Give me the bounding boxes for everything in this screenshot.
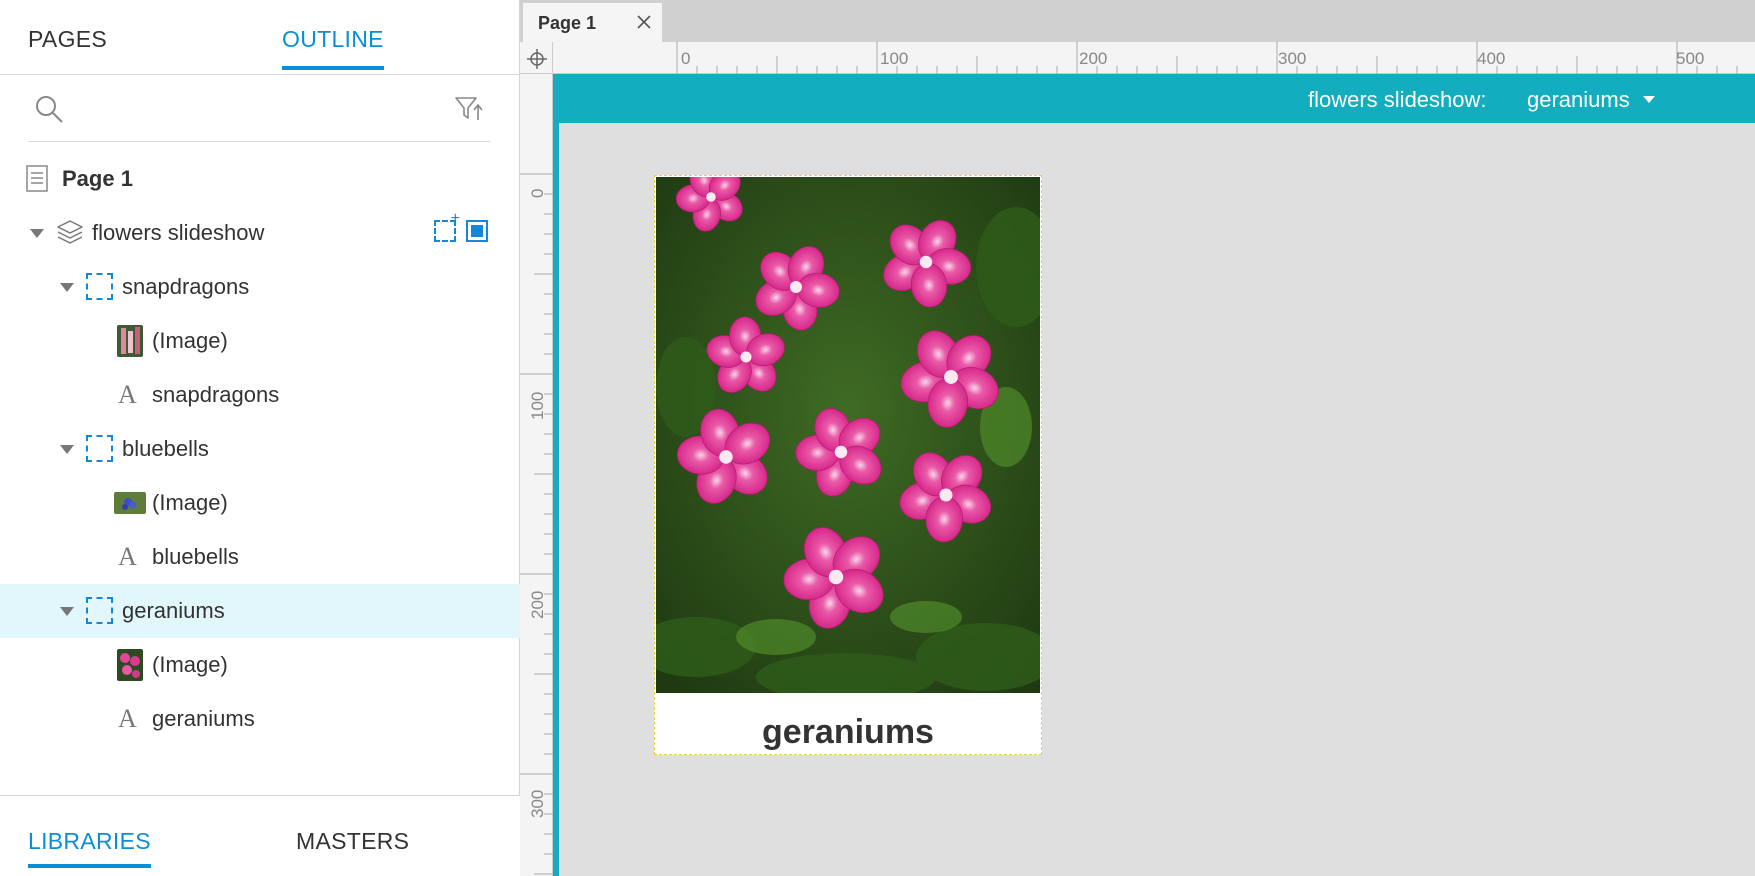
- outline-tree: Page 1 flowers slideshow snapdragons: [0, 152, 520, 746]
- crosshair-icon[interactable]: [526, 48, 548, 70]
- page-icon: [26, 165, 48, 192]
- state-icon: [86, 273, 113, 300]
- ruler-label: 300: [528, 790, 547, 818]
- dynamic-panel-edit-bar: flowers slideshow: geraniums: [553, 74, 1755, 123]
- dynamic-panel-edge: [553, 74, 559, 876]
- filter-icon[interactable]: [454, 94, 484, 124]
- tree-item-text[interactable]: A bluebells: [0, 530, 520, 584]
- tree-item-image[interactable]: (Image): [0, 638, 520, 692]
- collapse-arrow-icon[interactable]: [30, 229, 44, 238]
- vertical-ruler-ticks: 0 100 200 300: [520, 173, 553, 875]
- state-label: geraniums: [122, 598, 225, 623]
- image-label: (Image): [152, 652, 228, 677]
- ruler-label: 0: [528, 189, 547, 198]
- slide-widget[interactable]: geraniums: [654, 175, 1042, 755]
- collapse-arrow-icon[interactable]: [60, 607, 74, 616]
- geranium-image[interactable]: [656, 177, 1040, 693]
- ruler-label: 400: [1477, 49, 1505, 68]
- state-icon: [86, 435, 113, 462]
- state-label: snapdragons: [122, 274, 250, 299]
- horizontal-ruler[interactable]: 0 100 200 300 400 500: [553, 42, 1755, 74]
- tree-item-image[interactable]: (Image): [0, 314, 520, 368]
- image-label: (Image): [152, 328, 228, 353]
- text-widget-icon: A: [118, 380, 137, 409]
- image-label: (Image): [152, 490, 228, 515]
- text-label: bluebells: [152, 544, 239, 569]
- image-thumbnail-icon: [114, 492, 146, 514]
- bottom-tabs: LIBRARIES MASTERS: [0, 795, 520, 876]
- ruler-label: 100: [880, 49, 908, 68]
- tab-pages[interactable]: PAGES: [28, 26, 107, 53]
- dropdown-arrow-icon[interactable]: [1643, 96, 1655, 103]
- document-tab[interactable]: Page 1: [523, 3, 662, 42]
- canvas-area: Page 1 0 100 200 300 400 500 0 100 200 3…: [520, 0, 1755, 876]
- left-panel: PAGES OUTLINE Page 1 flowers slideshow +…: [0, 0, 520, 876]
- tree-item-text[interactable]: A snapdragons: [0, 368, 520, 422]
- tab-outline[interactable]: OUTLINE: [282, 26, 384, 70]
- ruler-label: 200: [528, 591, 547, 619]
- add-state-icon[interactable]: [434, 210, 460, 242]
- text-widget-icon: A: [118, 704, 137, 733]
- selected-state-icon[interactable]: [466, 220, 488, 242]
- page-label: Page 1: [62, 166, 133, 191]
- tab-masters[interactable]: MASTERS: [296, 828, 409, 855]
- document-tab-strip: Page 1: [520, 0, 1755, 42]
- dynamic-panel-name: flowers slideshow:: [1308, 87, 1487, 112]
- text-widget-icon: A: [118, 542, 137, 571]
- outline-search-row: [28, 80, 490, 142]
- document-tab-label: Page 1: [538, 13, 597, 33]
- text-label: snapdragons: [152, 382, 280, 407]
- tab-libraries[interactable]: LIBRARIES: [28, 828, 151, 868]
- ruler-label: 500: [1676, 49, 1704, 68]
- tree-item-state-bluebells[interactable]: bluebells: [0, 422, 520, 476]
- tree-item-dynamic-panel[interactable]: flowers slideshow: [0, 206, 520, 260]
- vertical-ruler[interactable]: 0 100 200 300: [520, 74, 553, 876]
- ruler-label: 300: [1278, 49, 1306, 68]
- image-thumbnail-icon: [117, 649, 143, 681]
- tree-item-image[interactable]: (Image): [0, 476, 520, 530]
- panel-state-actions: [434, 210, 488, 242]
- horizontal-ruler-ticks: 0 100 200 300 400 500: [676, 42, 1738, 74]
- collapse-arrow-icon[interactable]: [60, 283, 74, 292]
- search-icon[interactable]: [34, 94, 64, 124]
- state-icon: [86, 597, 113, 624]
- tree-item-text[interactable]: A geraniums: [0, 692, 520, 746]
- image-thumbnail-icon: [117, 325, 143, 357]
- close-icon[interactable]: [635, 13, 653, 31]
- ruler-label: 100: [528, 392, 547, 420]
- state-dropdown[interactable]: geraniums: [1527, 87, 1630, 113]
- tree-item-state-geraniums[interactable]: geraniums: [0, 584, 520, 638]
- slide-caption: geraniums: [762, 713, 934, 751]
- text-label: geraniums: [152, 706, 255, 731]
- ruler-label: 200: [1079, 49, 1107, 68]
- dynamic-panel-label: flowers slideshow: [92, 220, 265, 245]
- layers-icon: [57, 220, 83, 244]
- state-label: bluebells: [122, 436, 209, 461]
- ruler-label: 0: [681, 49, 690, 68]
- tree-item-page[interactable]: Page 1: [0, 152, 520, 206]
- panel-tabs: PAGES OUTLINE: [0, 0, 520, 75]
- ruler-corner[interactable]: [520, 42, 553, 74]
- collapse-arrow-icon[interactable]: [60, 445, 74, 454]
- tree-item-state-snapdragons[interactable]: snapdragons: [0, 260, 520, 314]
